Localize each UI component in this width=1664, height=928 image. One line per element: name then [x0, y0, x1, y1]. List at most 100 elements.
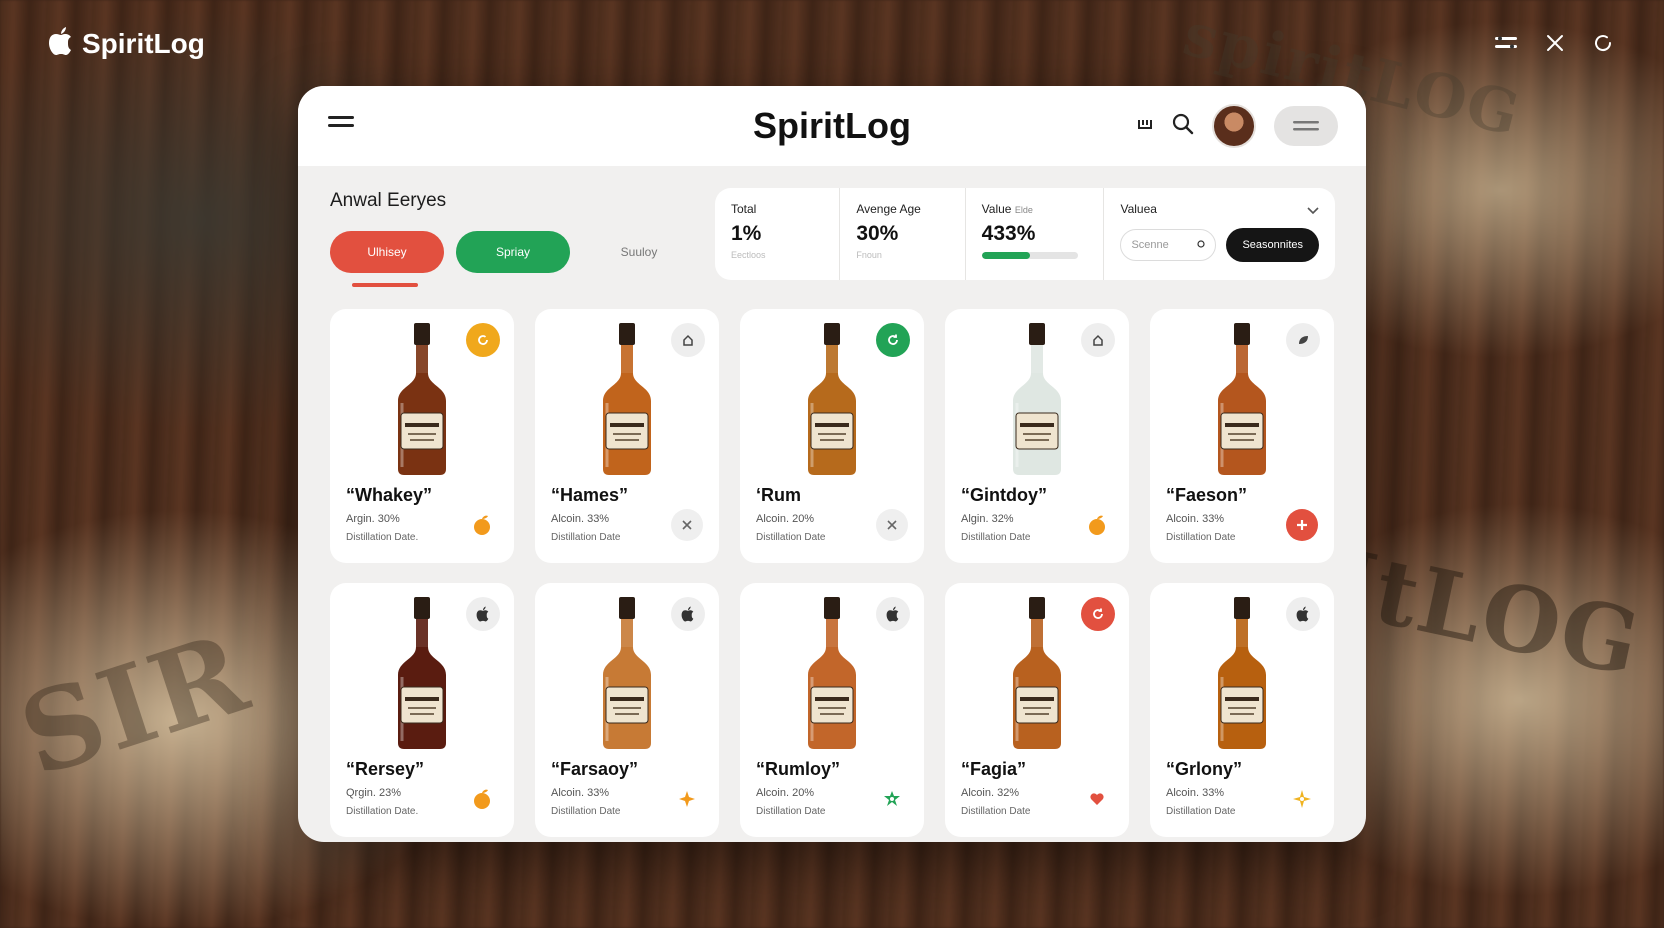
card-distillation-date: Distillation Date	[961, 806, 1031, 817]
search-toggle-icon	[1197, 239, 1206, 251]
card-distillation-date: Distillation Date	[961, 532, 1031, 543]
card-distillation-date: Distillation Date	[1166, 532, 1236, 543]
orange-fruit-icon[interactable]	[1081, 509, 1113, 541]
stat-sub: Fnoun	[856, 250, 882, 260]
apple-icon[interactable]	[876, 597, 910, 631]
bottle-image	[802, 597, 862, 751]
avatar[interactable]	[1212, 104, 1256, 148]
bottle-image	[1007, 597, 1067, 751]
close-icon[interactable]	[1542, 30, 1568, 56]
star-icon[interactable]	[671, 783, 703, 815]
card-name: “Whakey”	[346, 485, 433, 505]
card-alcohol: Alcoin. 20%	[756, 787, 815, 799]
home-icon[interactable]	[671, 323, 705, 357]
value-progress-bar	[981, 252, 1078, 259]
stat-value: 30%	[856, 222, 899, 245]
section-title: Anwal Eeryes	[330, 190, 447, 211]
value-filter: Valuea Scenne Seasonnites	[1104, 188, 1335, 280]
app-name: SpiritLog	[82, 27, 205, 59]
spirit-card[interactable]: “Rersey” Qrgin. 23% Distillation Date.	[330, 583, 514, 837]
card-distillation-date: Distillation Date.	[346, 532, 419, 543]
spirit-card[interactable]: “Whakey” Argin. 30% Distillation Date.	[330, 309, 514, 563]
orange-fruit-icon[interactable]	[466, 509, 498, 541]
card-distillation-date: Distillation Date	[1166, 806, 1236, 817]
refresh-icon[interactable]	[1081, 597, 1115, 631]
active-filter-indicator	[352, 283, 418, 287]
card-distillation-date: Distillation Date	[551, 532, 621, 543]
menu-pill-button[interactable]	[1274, 106, 1338, 146]
card-alcohol: Argin. 30%	[346, 513, 400, 525]
apple-logo-icon	[48, 26, 74, 61]
card-alcohol: Qrgin. 23%	[346, 787, 402, 799]
spirit-card[interactable]: ‘Rum Alcoin. 20% Distillation Date	[740, 309, 924, 563]
spirit-card[interactable]: “Farsaoy” Alcoin. 33% Distillation Date	[535, 583, 719, 837]
filter-chip-0[interactable]: Ulhisey	[330, 231, 444, 273]
card-distillation-date: Distillation Date.	[346, 806, 419, 817]
bottle-image	[1212, 323, 1272, 477]
bottle-image	[392, 597, 452, 751]
card-alcohol: Alcoin. 32%	[961, 787, 1020, 799]
apple-icon[interactable]	[466, 597, 500, 631]
filter-chip-2[interactable]: Suuloy	[582, 231, 696, 273]
spirit-card[interactable]: “Faeson” Alcoin. 33% Distillation Date	[1150, 309, 1334, 563]
spirit-card[interactable]: “Gintdoy” Algin. 32% Distillation Date	[945, 309, 1129, 563]
refresh-icon[interactable]	[876, 323, 910, 357]
bottle-image	[1007, 323, 1067, 477]
search-icon[interactable]	[1172, 113, 1194, 140]
list-icon[interactable]	[1494, 30, 1520, 56]
window-header: SpiritLog	[298, 86, 1366, 166]
card-alcohol: Algin. 32%	[961, 513, 1014, 525]
bottle-image	[597, 597, 657, 751]
bottle-image	[802, 323, 862, 477]
sparkle-icon[interactable]	[1286, 783, 1318, 815]
card-alcohol: Alcoin. 20%	[756, 513, 815, 525]
chevron-down-icon[interactable]	[1307, 202, 1319, 220]
bookmark-icon[interactable]	[1136, 117, 1154, 136]
bottle-image	[1212, 597, 1272, 751]
card-name: “Farsaoy”	[551, 759, 639, 779]
refresh-icon[interactable]	[1590, 30, 1616, 56]
flower-icon[interactable]	[876, 783, 908, 815]
stat-label: Avenge Age	[856, 202, 921, 216]
filter-chip-1[interactable]: Spriay	[456, 231, 570, 273]
card-name: “Fagia”	[961, 759, 1027, 779]
heart-icon[interactable]	[1081, 783, 1113, 815]
card-name: “Faeson”	[1166, 485, 1248, 505]
seasonnites-button[interactable]: Seasonnites	[1226, 228, 1319, 262]
app-brand: SpiritLog	[48, 26, 205, 61]
card-name: “Grlony”	[1166, 759, 1243, 779]
close-icon[interactable]	[876, 509, 908, 541]
spirit-card[interactable]: “Fagia” Alcoin. 32% Distillation Date	[945, 583, 1129, 837]
stats-panel: Total 1% Eectloos Avenge Age 30% Fnoun V…	[715, 188, 1335, 280]
spirit-card[interactable]: “Hames” Alcoin. 33% Distillation Date	[535, 309, 719, 563]
spirit-card[interactable]: “Rumloy” Alcoin. 20% Distillation Date	[740, 583, 924, 837]
stat-value-number: 433%	[981, 222, 1036, 245]
app-window: SpiritLog Anwal Eeryes Ulhisey Spriay Su…	[298, 86, 1366, 842]
home-icon[interactable]	[1081, 323, 1115, 357]
plus-icon[interactable]	[1286, 509, 1318, 541]
spirit-card[interactable]: “Grlony” Alcoin. 33% Distillation Date	[1150, 583, 1334, 837]
stat-sub: Eectloos	[731, 250, 766, 260]
apple-icon[interactable]	[1286, 597, 1320, 631]
value-search-input[interactable]: Scenne	[1120, 229, 1217, 261]
close-icon[interactable]	[671, 509, 703, 541]
stat-label: Total	[731, 202, 757, 216]
card-alcohol: Alcoin. 33%	[551, 513, 610, 525]
card-name: “Hames”	[551, 485, 629, 505]
card-alcohol: Alcoin. 33%	[1166, 787, 1225, 799]
leaf-icon[interactable]	[1286, 323, 1320, 357]
stat-total: Total 1% Eectloos	[715, 188, 841, 280]
bottle-image	[392, 323, 452, 477]
card-name: “Rumloy”	[756, 759, 841, 779]
stat-average-age: Avenge Age 30% Fnoun	[840, 188, 966, 280]
circle-arrow-icon[interactable]	[466, 323, 500, 357]
hamburger-menu-icon[interactable]	[328, 116, 354, 136]
stat-value: 1%	[731, 222, 762, 245]
orange-fruit-icon[interactable]	[466, 783, 498, 815]
apple-icon[interactable]	[671, 597, 705, 631]
card-name: “Rersey”	[346, 759, 425, 779]
value-progress-fill	[981, 252, 1030, 259]
stat-value: Value Elde 433%	[966, 188, 1105, 280]
search-placeholder: Scenne	[1131, 239, 1169, 251]
card-name: ‘Rum	[756, 485, 801, 505]
